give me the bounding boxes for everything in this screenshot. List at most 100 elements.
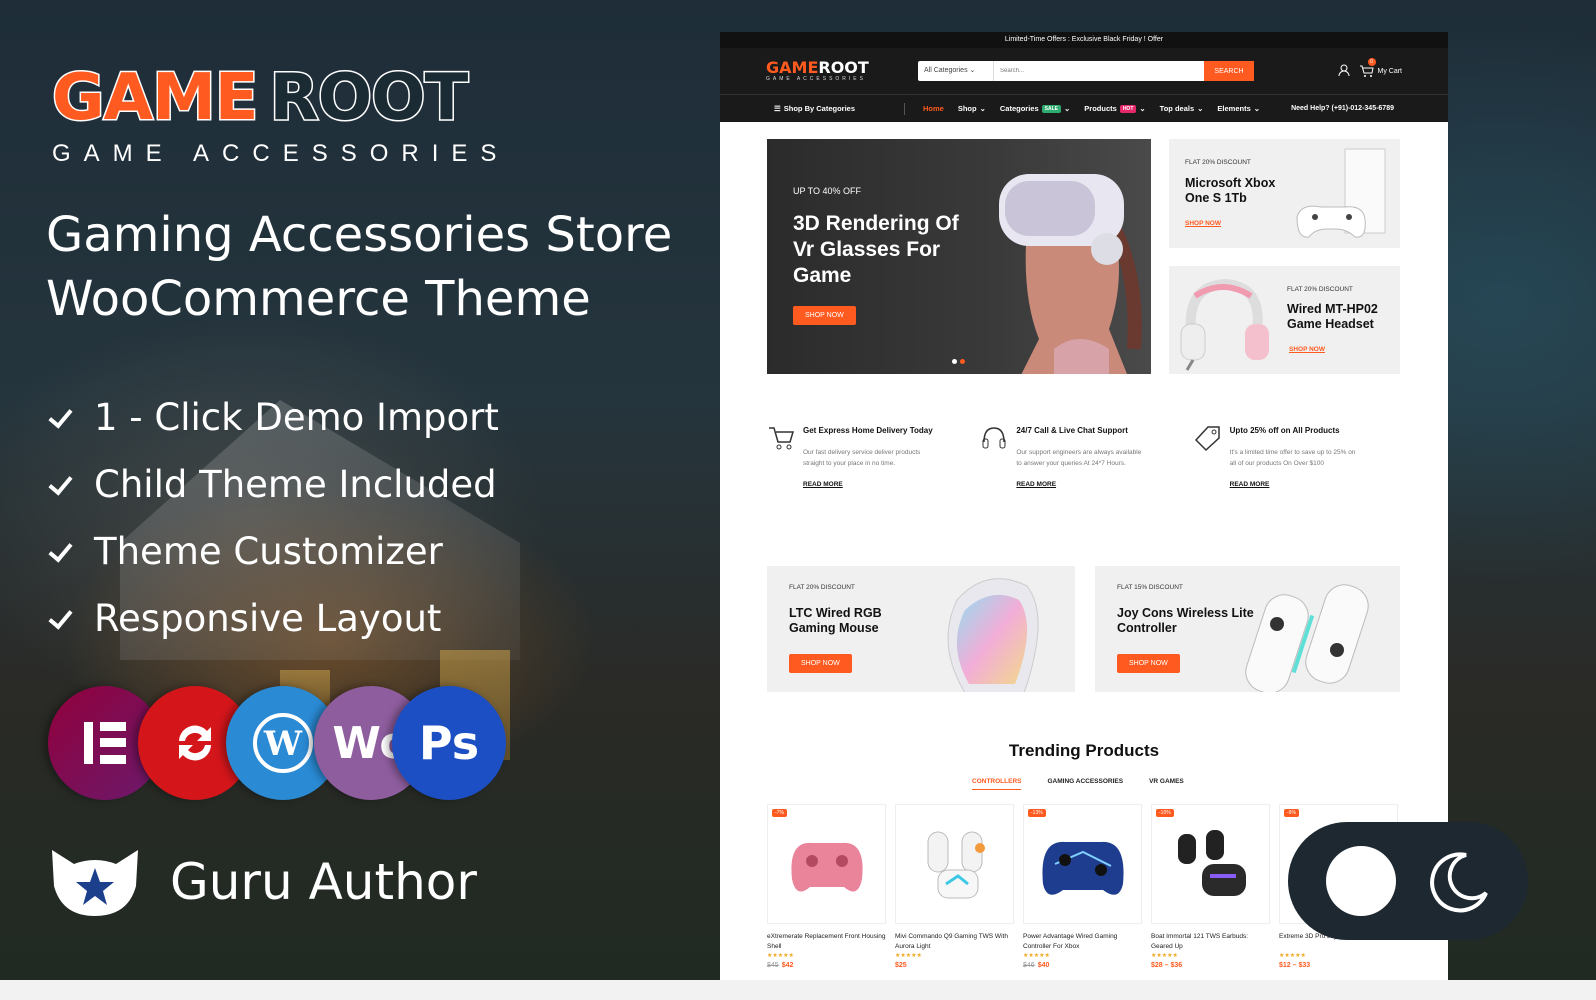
sale-tag: SALE (1041, 104, 1061, 113)
nav-shop[interactable]: Shop ⌄ (958, 104, 986, 113)
current-price: $40 (1037, 962, 1050, 969)
product-name[interactable]: Boat Immortal 121 TWS Earbuds: Geared Up (1151, 932, 1270, 952)
slider-dot-active[interactable] (960, 359, 965, 364)
promo-title: Joy Cons Wireless Lite Controller (1117, 606, 1254, 635)
product-card[interactable]: Mivi Commando Q9 Gaming TWS With Aurora … (895, 804, 1014, 969)
chevron-down-icon: ⌄ (1253, 104, 1261, 113)
site-logo[interactable]: GAMEROOT GAME ACCESSORIES (766, 58, 870, 83)
service-desc: It's a limited time offer to save up to … (1229, 449, 1356, 467)
svg-text:W: W (263, 724, 303, 764)
promo-label: FLAT 20% DISCOUNT (1185, 159, 1251, 166)
black-earbuds-image (1177, 830, 1246, 896)
site-logo-game: GAME (766, 58, 819, 77)
nav-products[interactable]: Products HOT ⌄ (1084, 104, 1145, 113)
promo-shop-now-button[interactable]: SHOP NOW (1117, 654, 1180, 673)
trending-tabs: CONTROLLERS GAMING ACCESSORIES VR GAMES (972, 778, 1184, 790)
discount-badge: -7% (772, 809, 787, 817)
promo-mouse[interactable]: FLAT 20% DISCOUNT LTC Wired RGB Gaming M… (767, 566, 1075, 692)
product-name[interactable]: eXtremerate Replacement Front Housing Sh… (767, 932, 886, 952)
promo-headset[interactable]: FLAT 20% DISCOUNT Wired MT-HP02 Game Hea… (1169, 266, 1400, 374)
category-select[interactable]: All Categories ⌄ (918, 61, 994, 81)
current-price: $12 – $33 (1279, 962, 1311, 969)
headline-line1: Gaming Accessories Store (46, 207, 673, 263)
product-price: $12 – $33 (1279, 962, 1398, 969)
cart-button[interactable]: 0 My Cart (1359, 58, 1402, 77)
site-logo-sub: GAME ACCESSORIES (766, 76, 866, 82)
rating-stars: ★★★★★ (1023, 953, 1050, 959)
product-image[interactable]: -7% (767, 804, 886, 924)
cart-icon (769, 427, 795, 450)
hero-offer: UP TO 40% OFF (793, 186, 862, 196)
logo-game-text: GAME (50, 61, 259, 135)
slider-dot[interactable] (952, 359, 957, 364)
read-more-link[interactable]: READ MORE (803, 481, 933, 488)
promo-label: FLAT 20% DISCOUNT (1287, 286, 1353, 293)
promo-link[interactable]: SHOP NOW (1185, 220, 1221, 227)
header-icons: 0 My Cart (1338, 58, 1402, 78)
hero-slider: UP TO 40% OFF 3D Rendering Of Vr Glasses… (767, 139, 1151, 374)
feature-label: Theme Customizer (94, 530, 443, 573)
product-card[interactable]: -13% Power Advantage Wired Gaming Contro… (1023, 804, 1142, 969)
service-item: 24/7 Call & Live Chat Support Our support… (980, 424, 1193, 534)
service-title: 24/7 Call & Live Chat Support (1016, 426, 1128, 435)
chevron-down-icon: ⌄ (1139, 104, 1146, 113)
service-item: Upto 25% off on All Products It's a limit… (1194, 424, 1407, 534)
tab-vr-games[interactable]: VR GAMES (1149, 778, 1184, 790)
trending-title: Trending Products (1008, 741, 1160, 760)
user-icon[interactable] (1338, 64, 1350, 78)
feature-item: 1 - Click Demo Import (46, 384, 499, 451)
product-image[interactable] (895, 804, 1014, 924)
promo-xbox[interactable]: FLAT 20% DISCOUNT Microsoft Xbox One S 1… (1169, 139, 1400, 248)
read-more-link[interactable]: READ MORE (1230, 481, 1360, 488)
product-card[interactable]: -7% eXtremerate Replacement Front Housin… (767, 804, 886, 969)
tab-controllers[interactable]: CONTROLLERS (972, 778, 1022, 790)
rgb-mouse-image (947, 578, 1039, 692)
service-desc: Our fast delivery service deliver produc… (803, 449, 921, 467)
dark-mode-toggle[interactable] (1288, 822, 1528, 940)
check-icon (46, 470, 76, 500)
nav-shop-label: Shop (957, 104, 977, 113)
search-button[interactable]: SEARCH (1204, 61, 1254, 81)
nav-top-deals[interactable]: Top deals ⌄ (1160, 104, 1204, 113)
product-price: $28 – $36 (1151, 962, 1270, 969)
promo-title: Microsoft Xbox One S 1Tb (1185, 176, 1276, 205)
read-more-link[interactable]: READ MORE (1016, 481, 1146, 488)
shop-by-categories[interactable]: ☰ Shop By Categories (774, 104, 890, 113)
product-name[interactable]: Power Advantage Wired Gaming Controller … (1023, 932, 1142, 952)
product-price: $46 $40 (1023, 962, 1142, 969)
category-select-value: All Categories (924, 67, 968, 74)
feature-item: Theme Customizer (46, 518, 499, 585)
author-badge: Guru Author (48, 846, 477, 918)
product-image[interactable]: -10% (1151, 804, 1270, 924)
feature-label: Responsive Layout (94, 597, 442, 640)
hero-shop-now-button[interactable]: SHOP NOW (793, 306, 856, 325)
hot-tag: HOT (1119, 104, 1137, 113)
feature-label: Child Theme Included (94, 463, 497, 506)
nav-home[interactable]: Home (923, 104, 944, 113)
nav-products-label: Products (1084, 104, 1117, 113)
cart-count: 0 (1367, 58, 1376, 66)
promo-label: FLAT 20% DISCOUNT (789, 584, 855, 591)
logo-subtitle: GAME ACCESSORIES (52, 140, 510, 167)
tag-icon (1194, 426, 1220, 452)
nav-categories[interactable]: Categories SALE ⌄ (1000, 104, 1070, 113)
promo-shop-now-button[interactable]: SHOP NOW (789, 654, 852, 673)
help-phone: Need Help? (+91)-012-345-6789 (1291, 105, 1394, 112)
product-image[interactable]: -13% (1023, 804, 1142, 924)
nav-elements[interactable]: Elements ⌄ (1217, 104, 1260, 113)
photoshop-icon: Ps (392, 686, 506, 800)
service-features: Get Express Home Delivery Today Our fast … (767, 424, 1407, 534)
product-card[interactable]: -10% Boat Immortal 121 TWS Earbuds: Gear… (1151, 804, 1270, 969)
shop-by-label: Shop By Categories (783, 104, 855, 113)
promo-link[interactable]: SHOP NOW (1289, 346, 1325, 353)
current-price: $25 (895, 962, 907, 969)
main-nav: ☰ Shop By Categories Home Shop ⌄ Categorie… (720, 94, 1448, 122)
nav-top-deals-label: Top deals (1159, 104, 1195, 113)
tech-badges: W Wo Ps (48, 686, 508, 802)
tab-gaming-accessories[interactable]: GAMING ACCESSORIES (1047, 778, 1123, 790)
product-name[interactable]: Mivi Commando Q9 Gaming TWS With Aurora … (895, 932, 1014, 952)
promo-joycon[interactable]: FLAT 15% DISCOUNT Joy Cons Wireless Lite… (1095, 566, 1400, 692)
search-input[interactable] (994, 61, 1204, 81)
current-price: $28 – $36 (1151, 962, 1183, 969)
headline: Gaming Accessories Store WooCommerce The… (46, 203, 672, 331)
